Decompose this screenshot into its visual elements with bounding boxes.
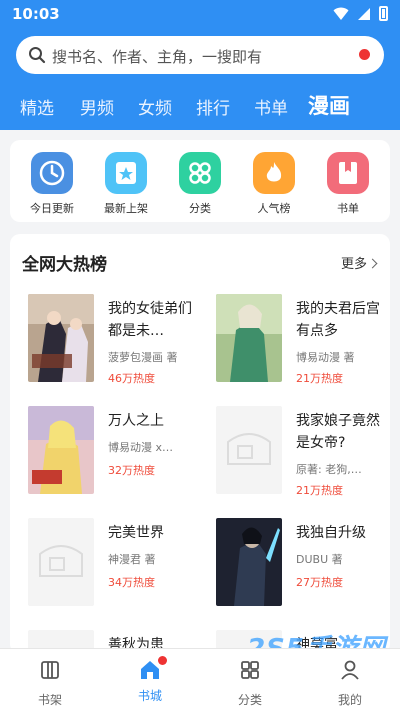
- book-author: 神漫君 著: [108, 553, 156, 566]
- home-icon: [139, 656, 167, 681]
- book-item[interactable]: 我的夫君后宫有点多 博易动漫 著 21万热度: [208, 294, 390, 402]
- shortcut-category[interactable]: 分类: [170, 152, 230, 216]
- book-author: 原著: 老狗,…: [296, 463, 362, 476]
- bookshelf-icon: [41, 661, 59, 679]
- shortcut-label: 人气榜: [257, 202, 291, 215]
- book-cover-placeholder: [216, 406, 282, 494]
- shortcut-label: 分类: [189, 202, 211, 215]
- star-box-icon: [105, 152, 147, 194]
- category-icon: [241, 661, 259, 679]
- notification-dot: [158, 656, 167, 665]
- tab-booklist[interactable]: 书单: [254, 94, 288, 119]
- shortcut-today-update[interactable]: 今日更新: [22, 152, 82, 216]
- nav-bookstore[interactable]: 书城: [120, 656, 180, 704]
- image-placeholder-icon: [39, 545, 83, 577]
- book-heat: 21万热度: [296, 372, 343, 385]
- book-cover: [216, 294, 282, 382]
- image-placeholder-icon: [227, 433, 271, 465]
- book-title: 我家娘子竟然是女帝?: [296, 413, 380, 451]
- book-heat: 34万热度: [108, 576, 155, 589]
- nav-label: 书架: [37, 693, 62, 707]
- chevron-right-icon: [367, 258, 378, 269]
- header: 10:03 搜书名、作者、主角，一搜即有 精选 男频 女频 排行 书单 漫画: [0, 0, 400, 130]
- nav-profile[interactable]: 我的: [320, 659, 380, 708]
- shortcut-new-arrivals[interactable]: 最新上架: [96, 152, 156, 216]
- book-cover: [28, 294, 94, 382]
- book-title: 我的夫君后宫有点多: [296, 301, 380, 339]
- status-time: 10:03: [12, 5, 60, 23]
- book-item[interactable]: 完美世界 神漫君 著 34万热度: [20, 518, 205, 626]
- tab-female[interactable]: 女频: [138, 94, 172, 119]
- more-label: 更多: [340, 257, 367, 272]
- book-author: 博易动漫 著: [296, 351, 355, 364]
- book-title: 完美世界: [108, 525, 164, 541]
- book-heat: 32万热度: [108, 464, 155, 477]
- wifi-icon: [333, 7, 349, 20]
- book-heat: 21万热度: [296, 484, 343, 497]
- notification-dot: [359, 49, 370, 60]
- book-cover: [28, 406, 94, 494]
- status-icons: [333, 6, 388, 21]
- search-icon: [29, 47, 46, 64]
- search-input[interactable]: 搜书名、作者、主角，一搜即有: [52, 46, 262, 67]
- battery-icon: [379, 6, 388, 21]
- user-icon: [341, 660, 359, 680]
- search-bar[interactable]: 搜书名、作者、主角，一搜即有: [16, 36, 384, 74]
- book-item[interactable]: 我的女徒弟们都是未… 菠萝包漫画 著 46万热度: [20, 294, 205, 402]
- category-shortcuts: 今日更新 最新上架 分类 人气榜 书单: [10, 140, 390, 222]
- book-cover-placeholder: [28, 518, 94, 606]
- clock-icon: [31, 152, 73, 194]
- tab-featured[interactable]: 精选: [20, 94, 54, 119]
- shortcut-label: 最新上架: [104, 202, 148, 215]
- status-bar: 10:03: [0, 0, 400, 28]
- top-tabs: 精选 男频 女频 排行 书单 漫画: [0, 90, 400, 122]
- shortcut-label: 今日更新: [30, 202, 74, 215]
- book-author: 博易动漫 x…: [108, 441, 174, 454]
- hot-ranking-section: 全网大热榜 更多 我的女徒弟们都是未… 菠萝包漫画 著 46万热度 我的夫君后宫…: [10, 234, 390, 654]
- section-title: 全网大热榜: [22, 255, 107, 275]
- tab-ranking[interactable]: 排行: [196, 94, 230, 119]
- tab-comics[interactable]: 漫画: [308, 90, 350, 120]
- nav-bookshelf[interactable]: 书架: [20, 659, 80, 708]
- bookmark-icon: [327, 152, 369, 194]
- shortcut-popularity[interactable]: 人气榜: [244, 152, 304, 216]
- signal-icon: [358, 7, 370, 20]
- book-heat: 27万热度: [296, 576, 343, 589]
- book-title: 我的女徒弟们都是未…: [108, 301, 192, 339]
- book-item[interactable]: 我独自升级 DUBU 著 27万热度: [208, 518, 390, 626]
- book-heat: 46万热度: [108, 372, 155, 385]
- nav-category[interactable]: 分类: [220, 659, 280, 708]
- nav-label: 书城: [137, 689, 162, 703]
- more-link[interactable]: 更多: [340, 253, 378, 272]
- book-author: 菠萝包漫画 著: [108, 351, 178, 364]
- book-cover: [216, 518, 282, 606]
- bottom-nav: 书架 书城 分类 我的: [0, 648, 400, 710]
- nav-label: 我的: [337, 693, 362, 707]
- book-title: 我独自升级: [296, 525, 366, 541]
- shortcut-booklist[interactable]: 书单: [318, 152, 378, 216]
- shortcut-label: 书单: [337, 202, 359, 215]
- book-item[interactable]: 我家娘子竟然是女帝? 原著: 老狗,… 21万热度: [208, 406, 390, 514]
- grid-icon: [179, 152, 221, 194]
- tab-male[interactable]: 男频: [80, 94, 114, 119]
- book-item[interactable]: 万人之上 博易动漫 x… 32万热度: [20, 406, 205, 514]
- nav-label: 分类: [237, 693, 262, 707]
- book-title: 万人之上: [108, 413, 164, 429]
- book-author: DUBU 著: [296, 553, 343, 566]
- flame-icon: [253, 152, 295, 194]
